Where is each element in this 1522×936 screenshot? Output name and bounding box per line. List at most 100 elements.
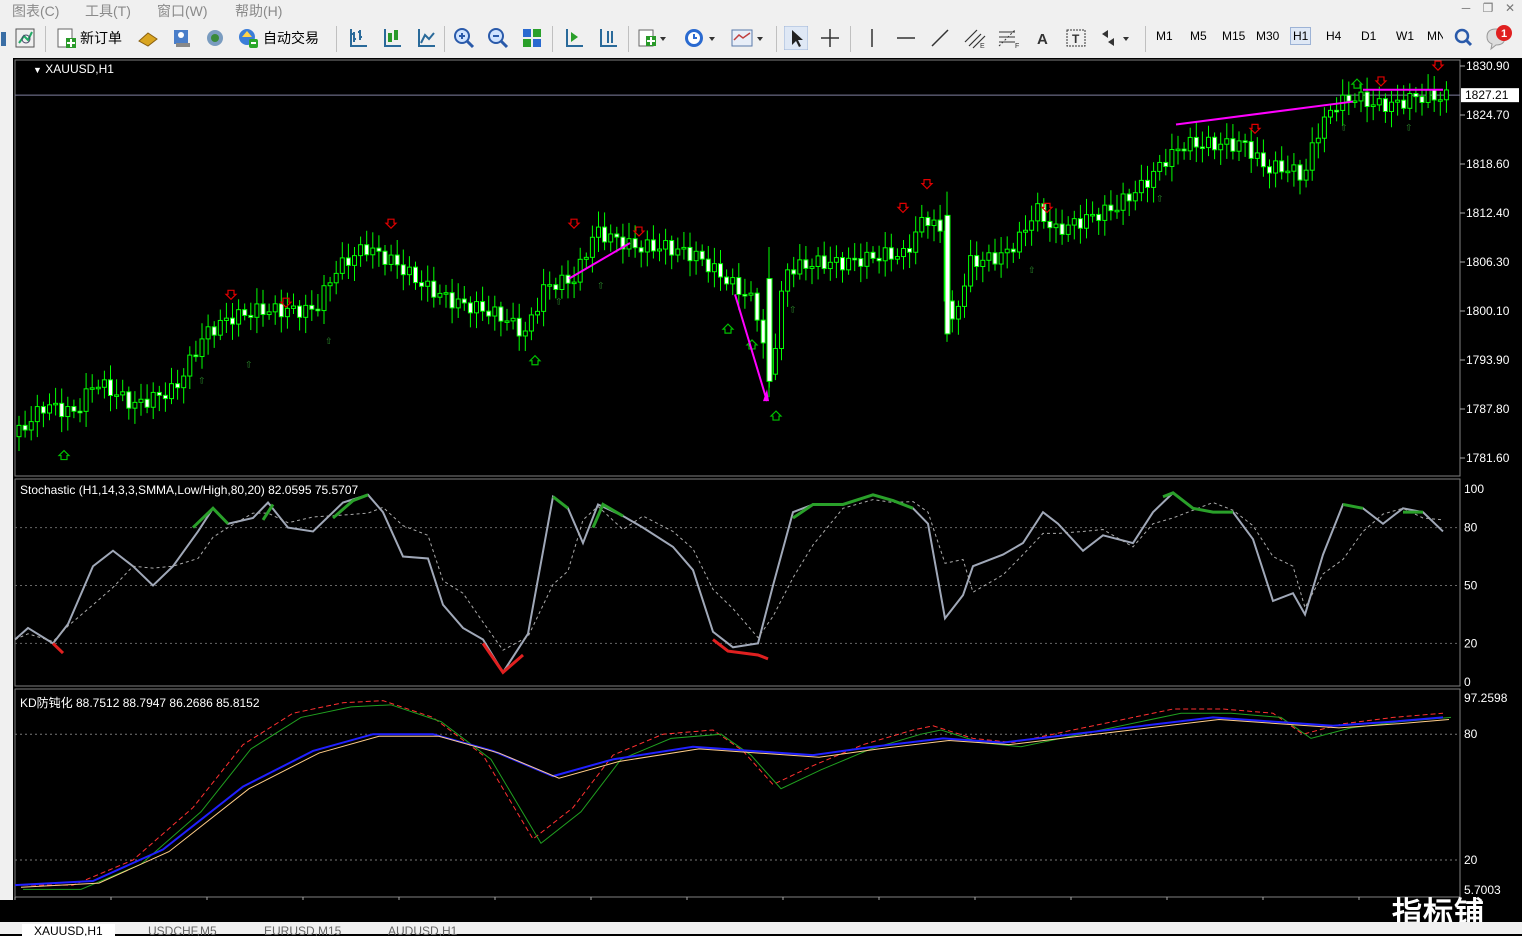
candle-body xyxy=(297,305,303,318)
candlestick-icon[interactable] xyxy=(380,23,404,53)
timeframe-h4[interactable]: H4 xyxy=(1326,29,1341,43)
candle-body xyxy=(47,404,52,414)
candle-body xyxy=(797,259,803,275)
candle-body xyxy=(821,255,827,270)
cursor-icon[interactable] xyxy=(784,23,808,53)
equidistant-channel-icon[interactable]: E xyxy=(962,23,988,53)
candle-body xyxy=(211,326,217,336)
candle-body xyxy=(681,246,687,250)
candle-body xyxy=(248,314,254,318)
history-center-icon[interactable] xyxy=(136,23,160,53)
candle-body xyxy=(1175,148,1181,152)
timeframe-m15[interactable]: M15 xyxy=(1222,29,1245,43)
close-icon[interactable]: ✕ xyxy=(1500,1,1520,17)
tab-eurusd-m15[interactable]: EURUSD,M15 xyxy=(256,924,349,936)
candle-body xyxy=(992,252,998,265)
chart-window[interactable]: 1830.90 1824.70 1818.60 1812.40 1806.30 1800.… xyxy=(13,58,1522,916)
text-label-icon[interactable]: T xyxy=(1064,23,1088,53)
candle-body xyxy=(1163,161,1169,167)
vertical-line-icon[interactable] xyxy=(860,23,884,53)
candle-body xyxy=(181,375,187,389)
menu-chart[interactable]: 图表(C) xyxy=(12,1,59,21)
candle-body xyxy=(65,406,71,418)
menu-window[interactable]: 窗口(W) xyxy=(157,1,208,21)
timeframe-w1[interactable]: W1 xyxy=(1396,29,1414,43)
new-order-button[interactable]: 新订单 xyxy=(55,23,122,53)
chart-props-icon[interactable] xyxy=(14,23,36,53)
tab-audusd-h1[interactable]: AUDUSD,H1 xyxy=(380,924,465,936)
text-icon[interactable]: A xyxy=(1032,23,1056,53)
menu-tools[interactable]: 工具(T) xyxy=(85,1,131,21)
timeframe-h1[interactable]: H1 xyxy=(1290,27,1312,45)
candle-body xyxy=(840,257,845,271)
zoom-in-icon[interactable] xyxy=(452,23,476,53)
candle-body xyxy=(894,256,900,260)
small-up-arrow-icon: ⇧ xyxy=(1028,265,1036,275)
bar-chart-icon[interactable] xyxy=(346,23,370,53)
tile-windows-icon[interactable] xyxy=(520,23,544,53)
line-chart-icon[interactable] xyxy=(414,23,438,53)
notifications-icon[interactable]: 1 xyxy=(1484,23,1520,53)
auto-trading-button[interactable]: 自动交易 xyxy=(236,23,319,53)
candle-body xyxy=(1059,223,1065,235)
candle-body xyxy=(1181,148,1187,152)
timeframe-m5[interactable]: M5 xyxy=(1190,29,1207,43)
minimize-icon[interactable]: ─ xyxy=(1456,1,1476,17)
price-tick-label: 1818.60 xyxy=(1466,157,1510,171)
candle-body xyxy=(388,254,394,265)
candle-body xyxy=(882,247,888,262)
chart-bars-icon[interactable] xyxy=(0,23,8,53)
candle-body xyxy=(126,391,132,409)
candle-body xyxy=(1321,116,1327,139)
crosshair-icon[interactable] xyxy=(818,23,842,53)
candle-body xyxy=(876,257,882,262)
chart-shift-icon[interactable] xyxy=(596,23,620,53)
down-arrow-icon xyxy=(567,218,581,230)
candle-body xyxy=(498,306,504,322)
candle-body xyxy=(931,219,937,227)
candle-body xyxy=(339,257,345,274)
candle-body xyxy=(284,307,290,318)
candle-body xyxy=(827,261,833,270)
chart-canvas[interactable]: 1830.90 1824.70 1818.60 1812.40 1806.30 1800.… xyxy=(13,58,1522,916)
timeframe-m1[interactable]: M1 xyxy=(1156,29,1173,43)
search-icon[interactable] xyxy=(1452,23,1474,53)
candle-body xyxy=(1138,179,1144,194)
strategy-tester-icon[interactable] xyxy=(203,23,227,53)
candle-body xyxy=(28,421,34,431)
templates-dropdown-icon[interactable] xyxy=(730,23,766,53)
fibonacci-icon[interactable]: F xyxy=(996,23,1022,53)
candle-body xyxy=(937,219,943,232)
candle-body xyxy=(95,386,101,390)
timeframe-mn[interactable]: MN xyxy=(1427,29,1443,43)
candle-body xyxy=(1254,152,1260,159)
candle-body xyxy=(1334,109,1340,113)
zoom-out-icon[interactable] xyxy=(486,23,510,53)
candle-body xyxy=(1199,146,1205,150)
candle-body xyxy=(718,263,723,278)
candle-body xyxy=(309,304,315,310)
indicators-dropdown-icon[interactable] xyxy=(636,23,668,53)
candle-body xyxy=(1193,136,1199,148)
tab-usdchf-m5[interactable]: USDCHF,M5 xyxy=(140,924,225,936)
stochastic-signal-line xyxy=(14,499,1444,651)
timeframe-d1[interactable]: D1 xyxy=(1361,29,1376,43)
candle-body xyxy=(1047,220,1053,229)
candle-body xyxy=(1023,229,1028,233)
down-arrow-icon xyxy=(1431,60,1445,71)
kd-level-label: 80 xyxy=(1464,727,1478,741)
candle-body xyxy=(1315,137,1321,144)
arrows-dropdown-icon[interactable] xyxy=(1098,23,1132,53)
periods-dropdown-icon[interactable] xyxy=(682,23,718,53)
terminal-icon[interactable] xyxy=(170,23,194,53)
down-arrow-icon xyxy=(920,179,934,190)
candle-body xyxy=(724,276,730,285)
horizontal-line-icon[interactable] xyxy=(894,23,918,53)
timeframe-m30[interactable]: M30 xyxy=(1256,29,1279,43)
tab-xauusd-h1[interactable]: XAUUSD,H1 xyxy=(22,924,115,936)
restore-icon[interactable]: ❐ xyxy=(1478,1,1498,17)
menu-help[interactable]: 帮助(H) xyxy=(235,1,282,21)
trendline-icon[interactable] xyxy=(928,23,952,53)
auto-scroll-icon[interactable] xyxy=(562,23,586,53)
candle-body xyxy=(559,274,565,291)
